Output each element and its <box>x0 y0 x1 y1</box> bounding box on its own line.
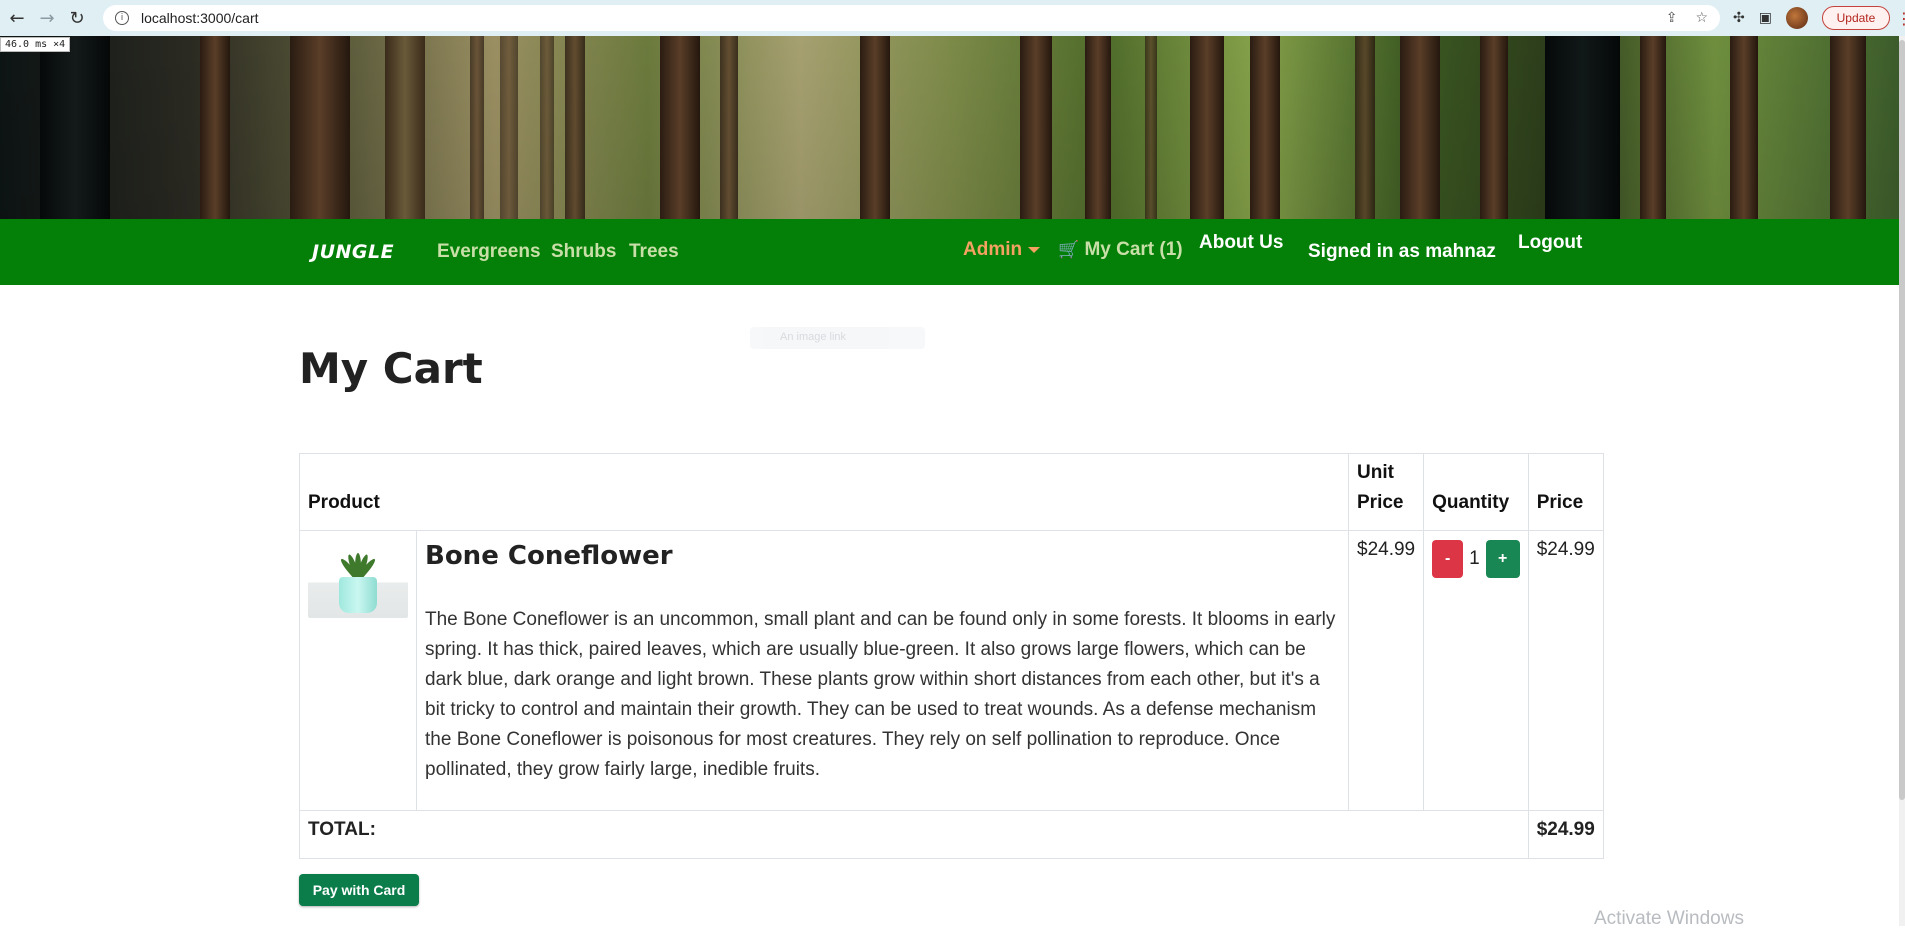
extensions-puzzle-icon[interactable]: ✣ <box>1733 10 1745 26</box>
activate-windows-watermark: Activate Windows <box>1594 908 1744 929</box>
address-url[interactable]: localhost:3000/cart <box>141 10 259 26</box>
address-bar[interactable]: i localhost:3000/cart ⇪ ☆ <box>103 5 1720 31</box>
kebab-menu-icon[interactable]: ⋮ <box>1896 9 1905 28</box>
nav-about-us[interactable]: About Us <box>1199 232 1283 254</box>
reload-icon[interactable]: ↻ <box>62 3 92 33</box>
quantity-cell: - 1 + <box>1423 530 1529 811</box>
scrollbar-thumb[interactable] <box>1899 40 1905 800</box>
perf-badge: 46.0 ms ×4 <box>0 37 71 52</box>
header-price: Price <box>1527 453 1604 531</box>
my-cart-label: My Cart (1) <box>1084 239 1183 260</box>
bookmark-star-icon[interactable]: ☆ <box>1695 10 1708 26</box>
back-arrow-icon[interactable]: ← <box>2 3 32 33</box>
page-title: My Cart <box>299 344 483 393</box>
decrease-quantity-button[interactable]: - <box>1432 540 1464 578</box>
plant-pot <box>339 577 377 613</box>
price-cell: $24.99 <box>1527 530 1604 811</box>
nav-my-cart[interactable]: 🛒 My Cart (1) <box>1058 239 1183 261</box>
product-details-cell: Bone Coneflower The Bone Coneflower is a… <box>416 530 1349 811</box>
total-value: $24.99 <box>1527 810 1604 859</box>
site-info-icon[interactable]: i <box>115 11 129 25</box>
pay-with-card-button[interactable]: Pay with Card <box>299 874 419 906</box>
header-unit-price: Unit Price <box>1347 453 1425 531</box>
quantity-stepper: - 1 + <box>1432 539 1520 578</box>
shopping-cart-icon: 🛒 <box>1058 240 1080 260</box>
unit-price-cell: $24.99 <box>1347 530 1425 811</box>
admin-dropdown[interactable]: Admin <box>963 239 1041 261</box>
nav-logout[interactable]: Logout <box>1518 232 1582 254</box>
forward-arrow-icon[interactable]: → <box>32 3 62 33</box>
update-button[interactable]: Update <box>1821 6 1890 30</box>
cart-header-row: Product Unit Price Quantity Price <box>299 453 1604 531</box>
quantity-value: 1 <box>1469 548 1480 569</box>
header-product: Product <box>299 453 1349 531</box>
signed-in-label: Signed in as mahnaz <box>1308 241 1496 262</box>
faint-tooltip: An image link <box>750 327 925 349</box>
browser-toolbar: ← → ↻ i localhost:3000/cart ⇪ ☆ ✣ ▣ Upda… <box>0 0 1905 36</box>
nav-link-shrubs[interactable]: Shrubs <box>551 241 616 263</box>
product-description: The Bone Coneflower is an uncommon, smal… <box>425 609 1336 780</box>
cart-table: Product Unit Price Quantity Price Bone C… <box>299 453 1604 859</box>
caret-down-icon <box>1028 246 1041 253</box>
share-icon[interactable]: ⇪ <box>1666 10 1678 26</box>
main-navbar: JUNGLE Evergreens Shrubs Trees Admin 🛒 M… <box>0 219 1905 285</box>
forest-hero-image <box>0 36 1905 219</box>
cart-item-row: Bone Coneflower The Bone Coneflower is a… <box>299 530 1604 811</box>
product-thumbnail[interactable] <box>308 539 408 618</box>
admin-label: Admin <box>963 239 1023 260</box>
nav-link-trees[interactable]: Trees <box>629 241 679 263</box>
side-panel-icon[interactable]: ▣ <box>1759 10 1772 26</box>
profile-avatar[interactable] <box>1785 7 1808 29</box>
increase-quantity-button[interactable]: + <box>1485 540 1520 578</box>
nav-link-evergreens[interactable]: Evergreens <box>437 241 541 263</box>
product-name: Bone Coneflower <box>425 541 673 571</box>
cart-total-row: TOTAL: $24.99 <box>299 810 1604 859</box>
header-quantity: Quantity <box>1423 453 1529 531</box>
total-label: TOTAL: <box>299 810 1529 859</box>
product-image-cell <box>299 530 417 811</box>
brand-logo[interactable]: JUNGLE <box>312 241 394 263</box>
